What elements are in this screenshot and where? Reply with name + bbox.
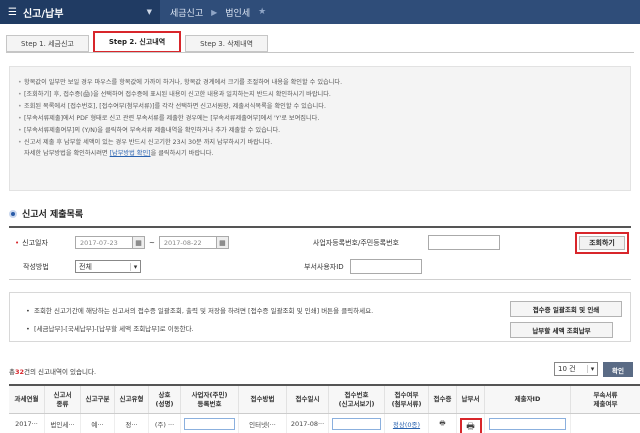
payment-method-link[interactable]: [납부방법 확인] [110, 150, 151, 157]
notice-item: • [부속서류제출여부]의 (Y/N)을 클릭하여 부속서류 제출내역을 확인하거… [18, 127, 281, 134]
result-summary: 총32건의 신고내역이 있습니다. [9, 368, 97, 376]
search-button-highlight: 조회하기 [575, 232, 629, 254]
cell-company-name: (주) ··· [149, 414, 181, 433]
col-receipt-status: 접수여부 (첨부서류) [385, 386, 429, 413]
cell-report-category: 예··· [81, 414, 115, 433]
search-form: • 신고일자 2017-07-23 ▦ ~ 2017-08-22 ▦ 사업자등록번… [9, 226, 631, 280]
receipt-status-link[interactable]: 정상(0종) [393, 419, 420, 429]
col-tax-period: 과세연월 [9, 386, 45, 413]
date-label: • 신고일자 [15, 238, 48, 247]
cell-submitter-id [485, 414, 571, 433]
col-receipt-datetime: 접수일시 [287, 386, 329, 413]
confirm-button[interactable]: 확인 [603, 362, 633, 377]
tab-step-3[interactable]: Step 3. 삭제내역 [185, 35, 268, 52]
biz-no-label: 사업자등록번호/주민등록번호 [312, 238, 399, 247]
date-tilde: ~ [149, 238, 155, 247]
receipt-number-link[interactable] [331, 418, 382, 430]
breadcrumb-item-corporate-tax[interactable]: 법인세 [225, 6, 250, 19]
section-bullet-icon [9, 209, 17, 218]
receipt-print-icon[interactable]: 🖶 [439, 419, 445, 430]
redacted-submitter-id [489, 418, 566, 430]
cell-payment-slip[interactable]: 🖶 [457, 414, 485, 433]
cell-receipt-status[interactable]: 정상(0종) [385, 414, 429, 433]
date-to-input[interactable]: 2017-08-22 [158, 236, 217, 249]
hamburger-icon[interactable]: ☰ [8, 7, 17, 18]
cell-attachment-status [571, 414, 640, 433]
redacted-biz-no [183, 418, 236, 430]
notice-item: • 조회된 목록에서 [접수번호], [접수여부(첨부서류)]를 각각 선택하면 … [18, 103, 326, 110]
method-label: 작성방법 [23, 262, 49, 271]
cell-form-type: 법인세··· [45, 414, 81, 433]
info-box: • 조회한 신고기간에 해당하는 신고서의 접수증 일괄조회, 출력 및 저장을… [9, 292, 631, 342]
page-size-select[interactable]: 10 건 ▾ [554, 362, 598, 376]
col-company-name: 상호 (성명) [149, 386, 181, 413]
calendar-icon[interactable]: ▦ [216, 236, 229, 249]
dept-id-input[interactable] [350, 259, 422, 274]
notice-item: • [조회하기] 후, 접수증(🖨)을 선택하여 접수증에 표시된 내용이 신고한… [18, 91, 331, 98]
chevron-down-icon: ▾ [130, 262, 140, 271]
calendar-icon[interactable]: ▦ [133, 236, 145, 249]
notice-item: • 신고서 제출 후 납부할 세액이 있는 경우 반드시 신고기한 23시 30분… [18, 139, 273, 146]
cell-biz-no [181, 414, 239, 433]
cell-tax-period: 2017··· [9, 414, 45, 433]
printer-icon[interactable]: 🖶 [466, 419, 475, 433]
notice-box: • 항목값이 일부만 보일 경우 마우스를 항목값에 가까이 하거나, 항목값 경… [9, 66, 631, 191]
dept-id-label: 부서사용자ID [304, 262, 344, 271]
table-header: 과세연월 신고서 종류 신고구분 신고유형 상호 (성명) 사업자(주민) 등록번호 … [9, 386, 640, 414]
notice-sub-line: 자세한 납부방법을 확인하시려면 [납부방법 확인]을 클릭하시기 바랍니다. [24, 150, 214, 157]
table-row[interactable]: 2017··· 법인세··· 예··· 정··· (주) ··· 인터넷(···… [9, 414, 640, 433]
tab-step-2[interactable]: Step 2. 신고내역 [92, 31, 182, 53]
col-receipt: 접수증 [429, 386, 457, 413]
payment-slip-highlight[interactable]: 🖶 [459, 418, 482, 433]
col-receipt-number: 접수번호 (신고서보기) [329, 386, 385, 413]
col-report-type: 신고유형 [115, 386, 149, 413]
submission-table: 과세연월 신고서 종류 신고구분 신고유형 상호 (성명) 사업자(주민) 등록번호 … [9, 384, 640, 433]
tab-divider [6, 52, 634, 53]
main-menu-button[interactable]: ☰ 신고/납부 ▼ [0, 0, 160, 24]
date-from-input[interactable]: 2017-07-23 [75, 236, 133, 249]
cell-receipt-datetime: 2017-08··· [287, 414, 329, 433]
notice-item: • 항목값이 일부만 보일 경우 마우스를 항목값에 가까이 하거나, 항목값 경… [18, 79, 343, 86]
info-line-1: • 조회한 신고기간에 해당하는 신고서의 접수증 일괄조회, 출력 및 저장을… [26, 307, 374, 315]
main-menu-label: 신고/납부 [22, 8, 64, 20]
col-payment-slip: 납부서 [457, 386, 485, 413]
info-line-2: • [세금납부]-[국세납부]-[납부할 세액 조회납부]로 이동한다. [26, 325, 194, 333]
tax-payment-lookup-button[interactable]: 납부할 세액 조회납부 [510, 322, 613, 338]
col-report-category: 신고구분 [81, 386, 115, 413]
star-icon[interactable]: ★ [258, 7, 266, 17]
chevron-right-icon: ▶ [211, 7, 218, 17]
section-title: 신고서 제출목록 [9, 207, 83, 220]
tab-step-1[interactable]: Step 1. 세금신고 [6, 35, 89, 52]
cell-receipt-number[interactable] [329, 414, 385, 433]
col-form-type: 신고서 종류 [45, 386, 81, 413]
biz-no-input[interactable] [427, 235, 500, 250]
top-navigation: ☰ 신고/납부 ▼ 세금신고 ▶ 법인세 ★ [0, 0, 640, 24]
cell-receipt-method: 인터넷(··· [239, 414, 287, 433]
batch-receipt-print-button[interactable]: 접수증 일괄조회 및 인쇄 [510, 301, 622, 317]
breadcrumb: 세금신고 ▶ 법인세 ★ [160, 0, 276, 24]
chevron-down-icon: ▾ [587, 365, 597, 373]
cell-receipt[interactable]: 🖶 [429, 414, 457, 433]
col-biz-no: 사업자(주민) 등록번호 [181, 386, 239, 413]
breadcrumb-item-tax-report[interactable]: 세금신고 [170, 6, 203, 19]
col-attachment-status: 부속서류 제출여부 [593, 390, 618, 408]
search-button[interactable]: 조회하기 [579, 236, 625, 250]
form-row-1: • 신고일자 2017-07-23 ▦ ~ 2017-08-22 ▦ 사업자등록번… [9, 235, 631, 250]
form-row-2: 작성방법 전체 ▾ 부서사용자ID [9, 259, 631, 274]
col-receipt-method: 접수방법 [239, 386, 287, 413]
col-submitter-id: 제출자ID [485, 386, 571, 413]
step-tabs: Step 1. 세금신고 Step 2. 신고내역 Step 3. 삭제내역 [6, 31, 268, 53]
cell-report-type: 정··· [115, 414, 149, 433]
chevron-down-icon[interactable]: ▼ [147, 8, 152, 16]
method-select[interactable]: 전체 ▾ [75, 260, 141, 273]
notice-item: • [부속서류제출]에서 PDF 형태로 신고 관련 부속서류를 제출한 경우에는… [18, 115, 320, 122]
